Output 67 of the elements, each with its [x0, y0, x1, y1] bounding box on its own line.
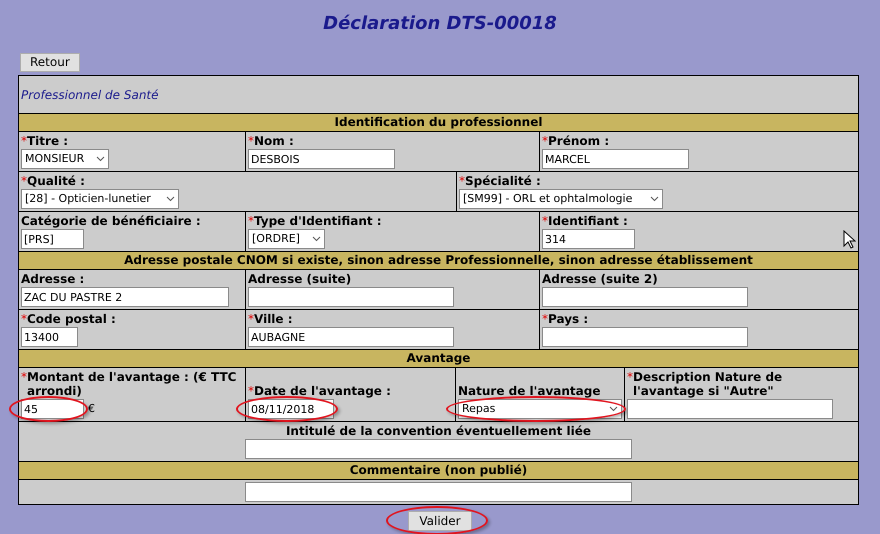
input-field[interactable] [245, 482, 632, 502]
input-field[interactable] [627, 399, 833, 419]
chevron-down-icon [312, 236, 321, 242]
required-asterisk: * [459, 174, 465, 188]
input-field[interactable]: 13400 [21, 327, 78, 347]
field-label: Titre : [27, 134, 68, 148]
input-field[interactable]: 45 [21, 399, 84, 419]
required-asterisk: * [21, 134, 27, 148]
input-field[interactable] [542, 287, 748, 307]
chevron-down-icon [609, 406, 618, 412]
input-field[interactable] [245, 439, 632, 459]
required-asterisk: * [248, 312, 254, 326]
chevron-down-icon [650, 196, 659, 202]
field-label: Code postal : [27, 312, 116, 326]
section-header: Commentaire (non publié) [19, 462, 858, 480]
required-asterisk: * [21, 370, 27, 384]
input-field[interactable] [542, 327, 748, 347]
input-field[interactable]: AUBAGNE [248, 327, 454, 347]
required-asterisk: * [21, 312, 27, 326]
required-asterisk: * [248, 134, 254, 148]
input-field[interactable]: ZAC DU PASTRE 2 [21, 287, 229, 307]
required-asterisk: * [248, 214, 254, 228]
section-header: Identification du professionnel [19, 114, 858, 132]
field-label: Adresse (suite 2) [542, 272, 658, 286]
chevron-down-icon [166, 196, 175, 202]
field-label: Montant de l'avantage : (€ TTC arrondi) [27, 370, 238, 398]
field-label: Adresse (suite) [248, 272, 352, 286]
field-label: Description Nature de l'avantage si "Autre" [633, 370, 784, 398]
dropdown[interactable]: MONSIEUR [21, 149, 109, 169]
validate-button[interactable]: Valider [408, 511, 472, 531]
field-label: Identifiant : [548, 214, 628, 228]
currency-symbol: € [88, 400, 95, 417]
field-label: Type d'Identifiant : [254, 214, 382, 228]
input-field[interactable]: 314 [542, 229, 635, 249]
dropdown[interactable]: [SM99] - ORL et ophtalmologie [459, 189, 663, 209]
page-title: Déclaration DTS-00018 [322, 12, 558, 36]
input-field[interactable]: 08/11/2018 [248, 399, 334, 419]
field-label: Date de l'avantage : [254, 384, 391, 398]
field-label: Prénom : [548, 134, 610, 148]
field-label: Spécialité : [465, 174, 541, 188]
field-label: Intitulé de la convention éventuellement liée [286, 424, 592, 438]
required-asterisk: * [542, 214, 548, 228]
field-label: Pays : [548, 312, 588, 326]
required-asterisk: * [627, 370, 633, 384]
chevron-down-icon [96, 156, 105, 162]
input-field[interactable]: MARCEL [542, 149, 689, 169]
input-field[interactable]: [PRS] [21, 229, 84, 249]
field-label: Qualité : [27, 174, 85, 188]
section-header: Avantage [19, 350, 858, 368]
dropdown[interactable]: [28] - Opticien-lunetier [21, 189, 179, 209]
dropdown[interactable]: Repas [458, 399, 622, 419]
field-label: Adresse : [21, 272, 84, 286]
required-asterisk: * [542, 312, 548, 326]
input-field[interactable]: DESBOIS [248, 149, 395, 169]
field-label: Nom : [254, 134, 294, 148]
field-label: Nature de l'avantage [458, 384, 600, 398]
section-header: Adresse postale CNOM si existe, sinon adresse Professionnelle, sinon adresse établissement [19, 252, 858, 270]
field-label: Ville : [254, 312, 293, 326]
required-asterisk: * [21, 174, 27, 188]
mouse-pointer-icon [843, 230, 856, 249]
field-label: Catégorie de bénéficiaire : [21, 214, 201, 228]
back-button[interactable]: Retour [20, 53, 80, 72]
required-asterisk: * [248, 384, 254, 398]
required-asterisk: * [542, 134, 548, 148]
section-caption: Professionnel de Santé [21, 86, 159, 104]
dropdown[interactable]: [ORDRE] [248, 229, 325, 249]
input-field[interactable] [248, 287, 454, 307]
